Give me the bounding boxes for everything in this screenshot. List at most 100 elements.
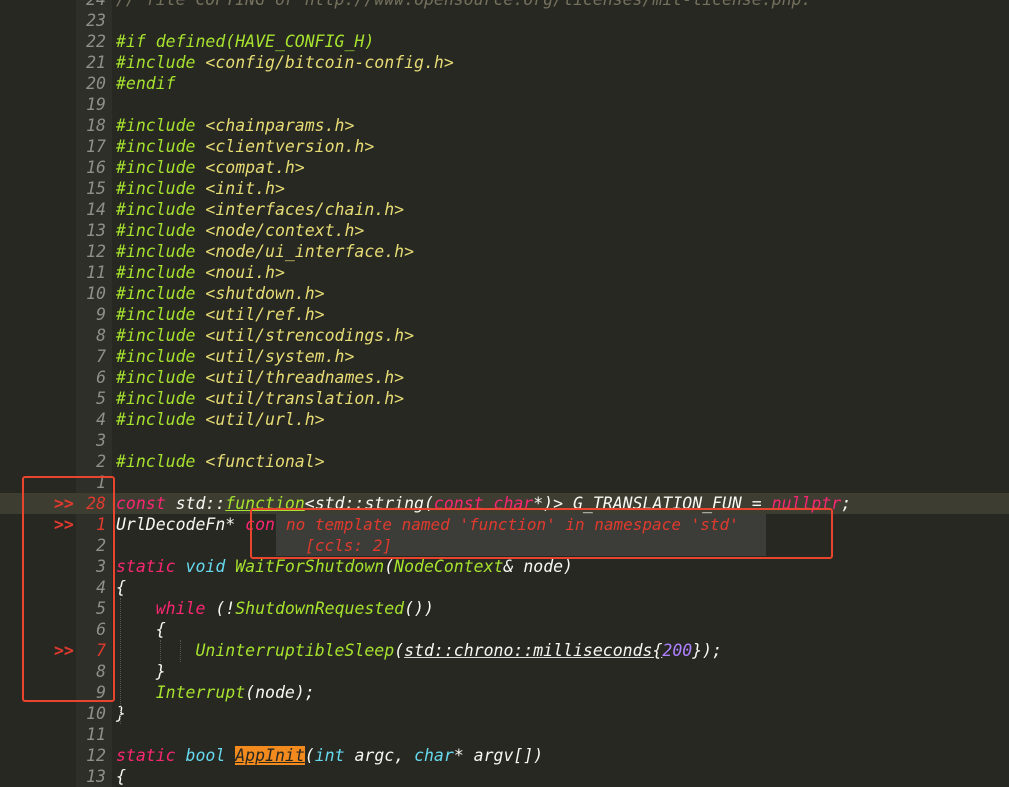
code-line[interactable]: 20 #endif: [0, 73, 1009, 94]
line-number: 10: [86, 284, 106, 303]
code-token: #include: [116, 410, 206, 429]
line-number: 12: [86, 242, 106, 261]
code-text: Interrupt(node);: [116, 682, 315, 703]
line-number: 16: [86, 158, 106, 177]
line-number: 4: [96, 410, 106, 429]
code-token: <util/ref.h>: [205, 305, 325, 324]
code-token: #include: [116, 305, 206, 324]
code-text: #include <shutdown.h>: [116, 283, 325, 304]
code-line[interactable]: 10 #include <shutdown.h>: [0, 283, 1009, 304]
code-token: #include: [116, 221, 206, 240]
code-token: * argv[]): [453, 746, 544, 765]
code-token: }: [116, 662, 166, 681]
code-line[interactable]: 19: [0, 94, 1009, 115]
code-line[interactable]: 11: [0, 724, 1009, 745]
code-text: {: [116, 619, 166, 640]
code-line[interactable]: 10}: [0, 703, 1009, 724]
code-text: #include <node/ui_interface.h>: [116, 241, 414, 262]
code-line[interactable]: 22 #if defined(HAVE_CONFIG_H): [0, 31, 1009, 52]
code-text: #include <util/ref.h>: [116, 304, 325, 325]
code-text: #include <clientversion.h>: [116, 136, 374, 157]
code-line[interactable]: 5 while (!ShutdownRequested()): [0, 598, 1009, 619]
code-token: (!: [215, 599, 236, 618]
code-line[interactable]: >> 7 UninterruptibleSleep(std::chrono::mi…: [0, 640, 1009, 661]
code-text: {: [116, 577, 126, 598]
code-line[interactable]: 8 #include <util/strencodings.h>: [0, 325, 1009, 346]
code-text: #endif: [116, 73, 176, 94]
line-number: 5: [96, 389, 106, 408]
code-token: AppInit: [235, 746, 305, 765]
line-number: 3: [96, 431, 106, 450]
code-text: // file COPYING or http://www.opensource…: [116, 0, 811, 10]
code-token: std::chrono::milliseconds{: [404, 641, 663, 660]
annotation-box-diagnostic: [250, 508, 833, 559]
code-line[interactable]: 13 {: [0, 766, 1009, 787]
code-line[interactable]: 14 #include <interfaces/chain.h>: [0, 199, 1009, 220]
code-line[interactable]: 6 {: [0, 619, 1009, 640]
code-token: <util/system.h>: [205, 347, 355, 366]
code-line[interactable]: 2 #include <functional>: [0, 451, 1009, 472]
code-line[interactable]: 1: [0, 472, 1009, 493]
code-text: #if defined(HAVE_CONFIG_H): [116, 31, 374, 52]
code-token: <util/url.h>: [205, 410, 325, 429]
code-line[interactable]: 11 #include <noui.h>: [0, 262, 1009, 283]
line-number: 18: [86, 116, 106, 135]
code-line[interactable]: 9 Interrupt(node);: [0, 682, 1009, 703]
code-token: ;: [841, 494, 852, 513]
code-line[interactable]: 24 // file COPYING or http://www.opensour…: [0, 0, 1009, 10]
line-number: 10: [86, 704, 106, 723]
line-number: 6: [96, 368, 106, 387]
code-token: ()): [404, 599, 434, 618]
code-token: #include: [116, 179, 206, 198]
code-token: <interfaces/chain.h>: [205, 200, 405, 219]
code-line[interactable]: 7 #include <util/system.h>: [0, 346, 1009, 367]
code-line[interactable]: 4{: [0, 577, 1009, 598]
code-token: void: [185, 557, 236, 576]
code-text: #include <util/url.h>: [116, 409, 325, 430]
code-line[interactable]: 9 #include <util/ref.h>: [0, 304, 1009, 325]
code-line[interactable]: 8 }: [0, 661, 1009, 682]
line-number: 11: [86, 263, 106, 282]
code-token: <shutdown.h>: [205, 284, 325, 303]
line-number: 12: [86, 746, 106, 765]
code-line[interactable]: 15 #include <init.h>: [0, 178, 1009, 199]
code-line[interactable]: 4 #include <util/url.h>: [0, 409, 1009, 430]
line-number: 13: [86, 767, 106, 786]
line-number: 2: [96, 452, 106, 471]
code-line[interactable]: 23: [0, 10, 1009, 31]
code-line[interactable]: 18 #include <chainparams.h>: [0, 115, 1009, 136]
indent-guide: [160, 640, 161, 662]
code-text: #include <node/context.h>: [116, 220, 364, 241]
code-line[interactable]: 6 #include <util/threadnames.h>: [0, 367, 1009, 388]
line-number: 19: [86, 95, 106, 114]
code-text: #include <util/strencodings.h>: [116, 325, 414, 346]
code-token: #if defined(HAVE_CONFIG_H): [116, 32, 375, 51]
code-token: #include: [116, 368, 206, 387]
code-line[interactable]: 21 #include <config/bitcoin-config.h>: [0, 52, 1009, 73]
code-text: #include <util/threadnames.h>: [116, 367, 404, 388]
code-token: UrlDecodeFn*: [116, 515, 246, 534]
code-token: const: [116, 494, 176, 513]
code-token: int: [314, 746, 355, 765]
code-line[interactable]: 5 #include <util/translation.h>: [0, 388, 1009, 409]
code-token: #include: [116, 389, 206, 408]
indent-guide: [120, 598, 121, 724]
code-line[interactable]: 12 static bool AppInit(int argc, char* ar…: [0, 745, 1009, 766]
code-token: #include: [116, 137, 206, 156]
code-line[interactable]: 16 #include <compat.h>: [0, 157, 1009, 178]
code-token: static: [116, 746, 186, 765]
code-token: #include: [116, 347, 206, 366]
code-line[interactable]: 13 #include <node/context.h>: [0, 220, 1009, 241]
code-text: #include <util/translation.h>: [116, 388, 404, 409]
code-line[interactable]: 17 #include <clientversion.h>: [0, 136, 1009, 157]
code-token: });: [692, 641, 723, 660]
code-editor[interactable]: 2 4 // file COPYING or http://www.opensour…: [0, 0, 1009, 787]
code-token: <util/strencodings.h>: [205, 326, 415, 345]
code-line[interactable]: 3 static void WaitForShutdown(NodeContext…: [0, 556, 1009, 577]
code-token: (: [304, 746, 315, 765]
code-token: <node/ui_interface.h>: [205, 242, 415, 261]
code-line[interactable]: 12 #include <node/ui_interface.h>: [0, 241, 1009, 262]
code-line[interactable]: 3: [0, 430, 1009, 451]
line-number: 21: [86, 53, 106, 72]
